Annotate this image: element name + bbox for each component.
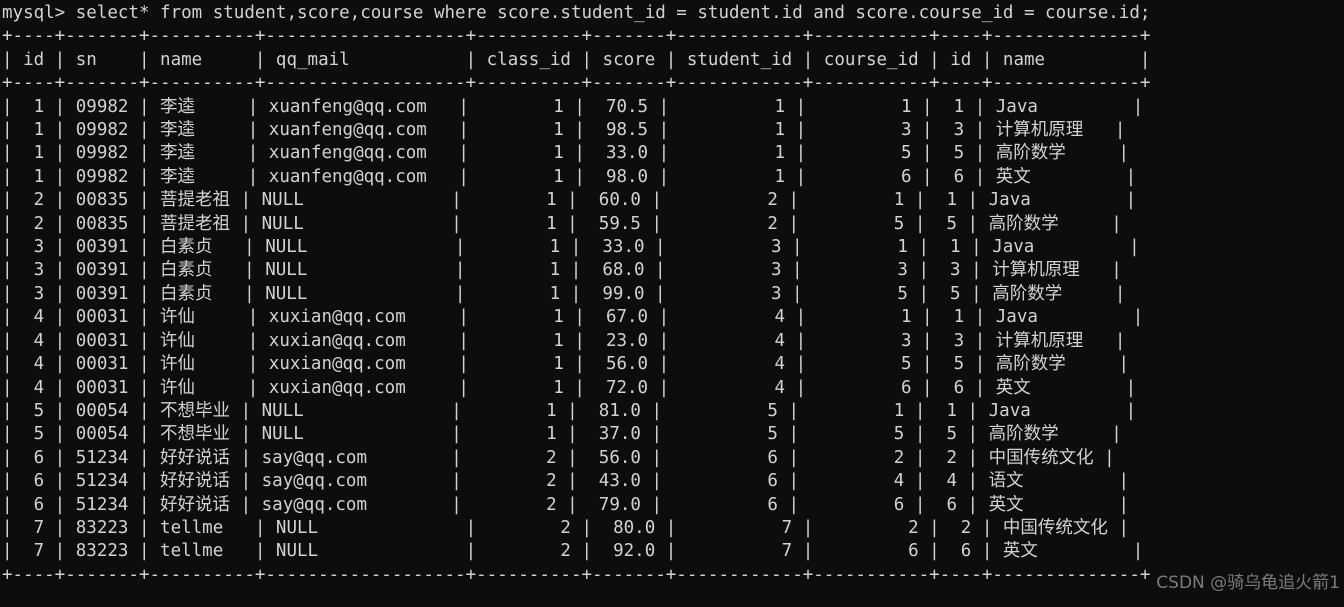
mysql-terminal-window[interactable]: mysql> select* from student,score,course… <box>0 0 1344 607</box>
console-output: mysql> select* from student,score,course… <box>2 3 1151 585</box>
